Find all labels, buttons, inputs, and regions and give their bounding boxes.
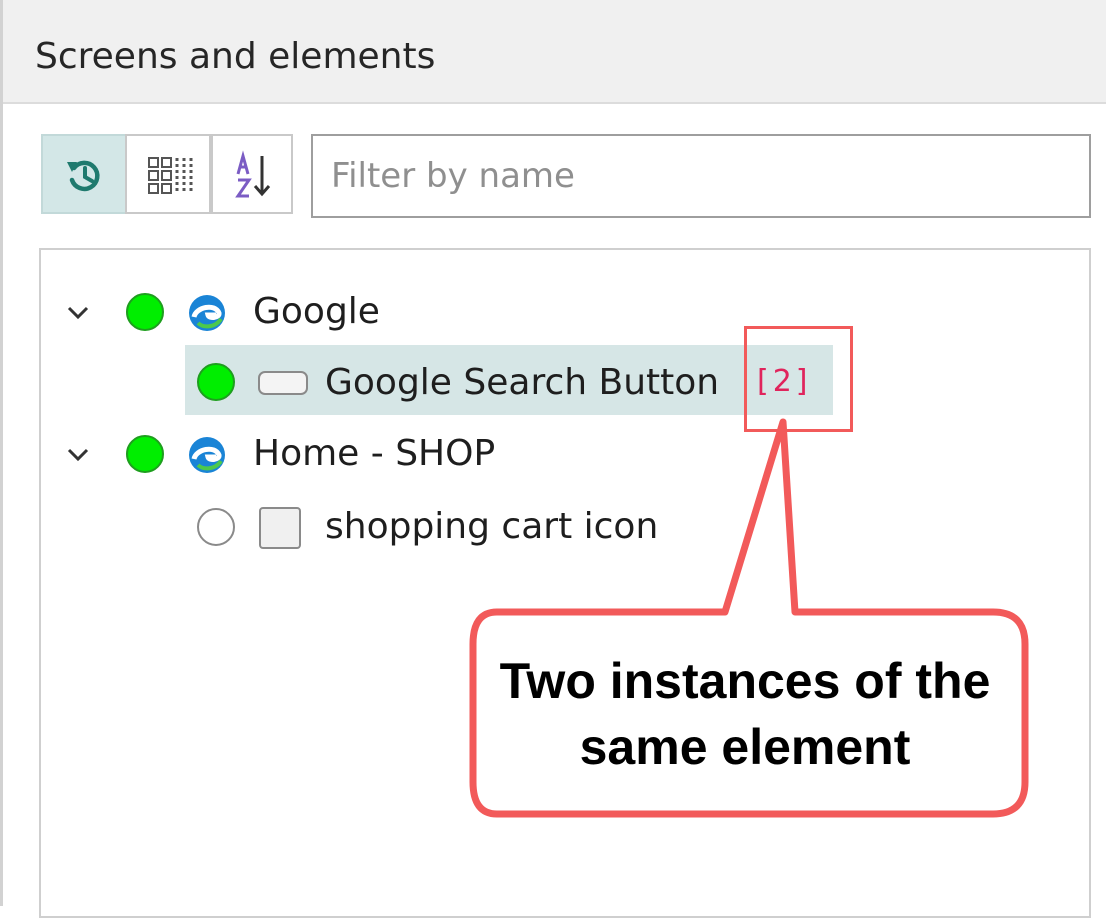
panel-title: Screens and elements xyxy=(35,36,436,77)
filter-input[interactable] xyxy=(311,134,1091,218)
edge-browser-icon xyxy=(189,437,225,473)
screen-label-home-shop[interactable]: Home - SHOP xyxy=(253,433,495,474)
button-element-icon xyxy=(258,371,308,395)
history-button[interactable] xyxy=(41,134,127,214)
history-icon xyxy=(67,160,100,192)
image-element-icon xyxy=(259,507,301,549)
status-dot-green xyxy=(126,293,164,331)
panel-header: Screens and elements xyxy=(3,0,1106,104)
group-view-button[interactable] xyxy=(125,134,211,214)
chevron-down-icon[interactable] xyxy=(63,298,93,328)
chevron-down-icon[interactable] xyxy=(63,440,93,470)
screen-label-google[interactable]: Google xyxy=(253,291,380,332)
status-dot-green xyxy=(197,363,235,401)
annotation-text: Two instances of the same element xyxy=(499,653,991,775)
sort-az-icon xyxy=(235,150,271,198)
screens-and-elements-panel: Screens and elements Filter by name Goog… xyxy=(0,0,1106,918)
group-grid-icon xyxy=(148,157,193,194)
status-dot-green xyxy=(126,435,164,473)
sort-button[interactable] xyxy=(211,134,293,214)
edge-browser-icon xyxy=(189,295,225,331)
element-label-google-search-button[interactable]: Google Search Button xyxy=(325,362,719,403)
status-dot-empty xyxy=(197,508,235,546)
